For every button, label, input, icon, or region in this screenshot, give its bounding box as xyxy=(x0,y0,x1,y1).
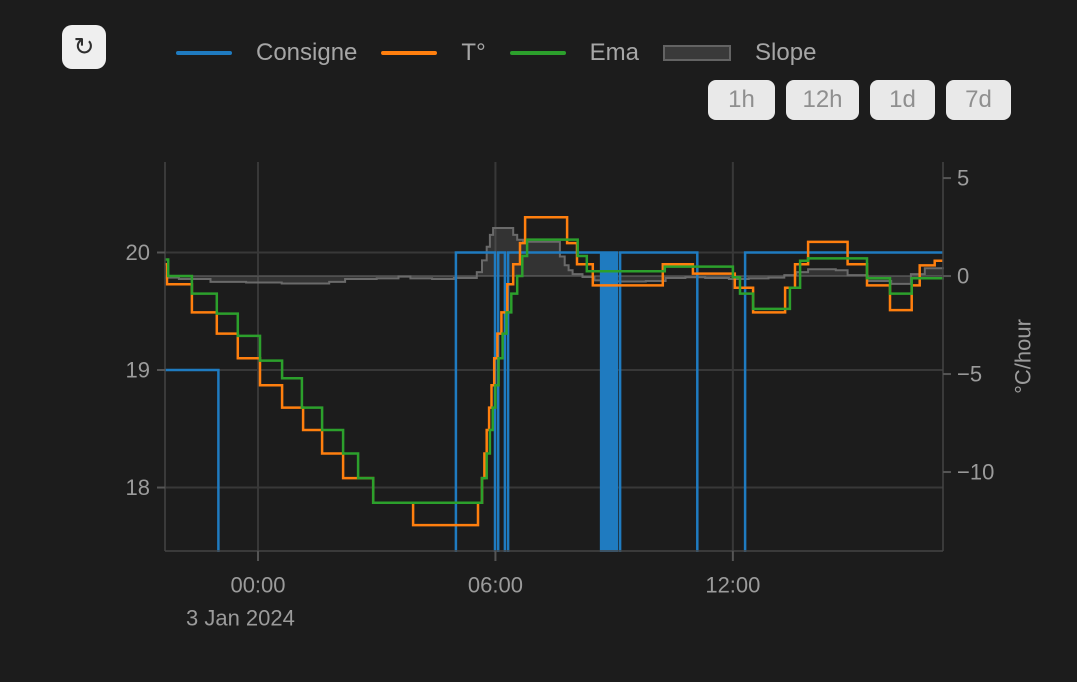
y-axis-label: 20 xyxy=(126,240,150,265)
y2-axis-label: 0 xyxy=(957,264,969,289)
legend-label-consigne: Consigne xyxy=(256,39,357,67)
gridlines xyxy=(165,162,943,551)
y2-axis-label: −10 xyxy=(957,460,994,485)
legend-label-slope: Slope xyxy=(755,39,816,67)
legend-label-ema: Ema xyxy=(590,39,639,67)
y2-axis-title: °C/hour xyxy=(1011,319,1036,394)
range-button-1h[interactable]: 1h xyxy=(708,80,775,120)
y-axis-label: 19 xyxy=(126,358,150,383)
y2-axis-label: −5 xyxy=(957,362,982,387)
x-axis-label: 00:00 xyxy=(230,573,285,598)
y-axis-label: 18 xyxy=(126,475,150,500)
x-axis-date-label: 3 Jan 2024 xyxy=(186,606,295,631)
slope-area-swatch xyxy=(663,45,731,61)
legend-label-temperature: T° xyxy=(461,39,485,67)
range-button-7d[interactable]: 7d xyxy=(946,80,1011,120)
x-axis-label: 12:00 xyxy=(705,573,760,598)
legend-item-temperature[interactable]: T° xyxy=(381,39,485,67)
time-range-buttons: 1h 12h 1d 7d xyxy=(708,80,1011,120)
y2-axis-label: 5 xyxy=(957,166,969,191)
consigne-line-swatch xyxy=(176,51,232,55)
refresh-icon: ↻ xyxy=(74,32,95,61)
consigne-line[interactable] xyxy=(165,253,943,606)
x-axis-label: 06:00 xyxy=(468,573,523,598)
legend-item-slope[interactable]: Slope xyxy=(663,39,816,67)
legend-item-consigne[interactable]: Consigne xyxy=(176,39,357,67)
chart-legend: Consigne T° Ema Slope xyxy=(176,39,816,67)
range-button-12h[interactable]: 12h xyxy=(786,80,859,120)
temperature-line-swatch xyxy=(381,51,437,55)
legend-item-ema[interactable]: Ema xyxy=(510,39,639,67)
refresh-button[interactable]: ↻ xyxy=(62,25,106,69)
ema-line-swatch xyxy=(510,51,566,55)
range-button-1d[interactable]: 1d xyxy=(870,80,935,120)
